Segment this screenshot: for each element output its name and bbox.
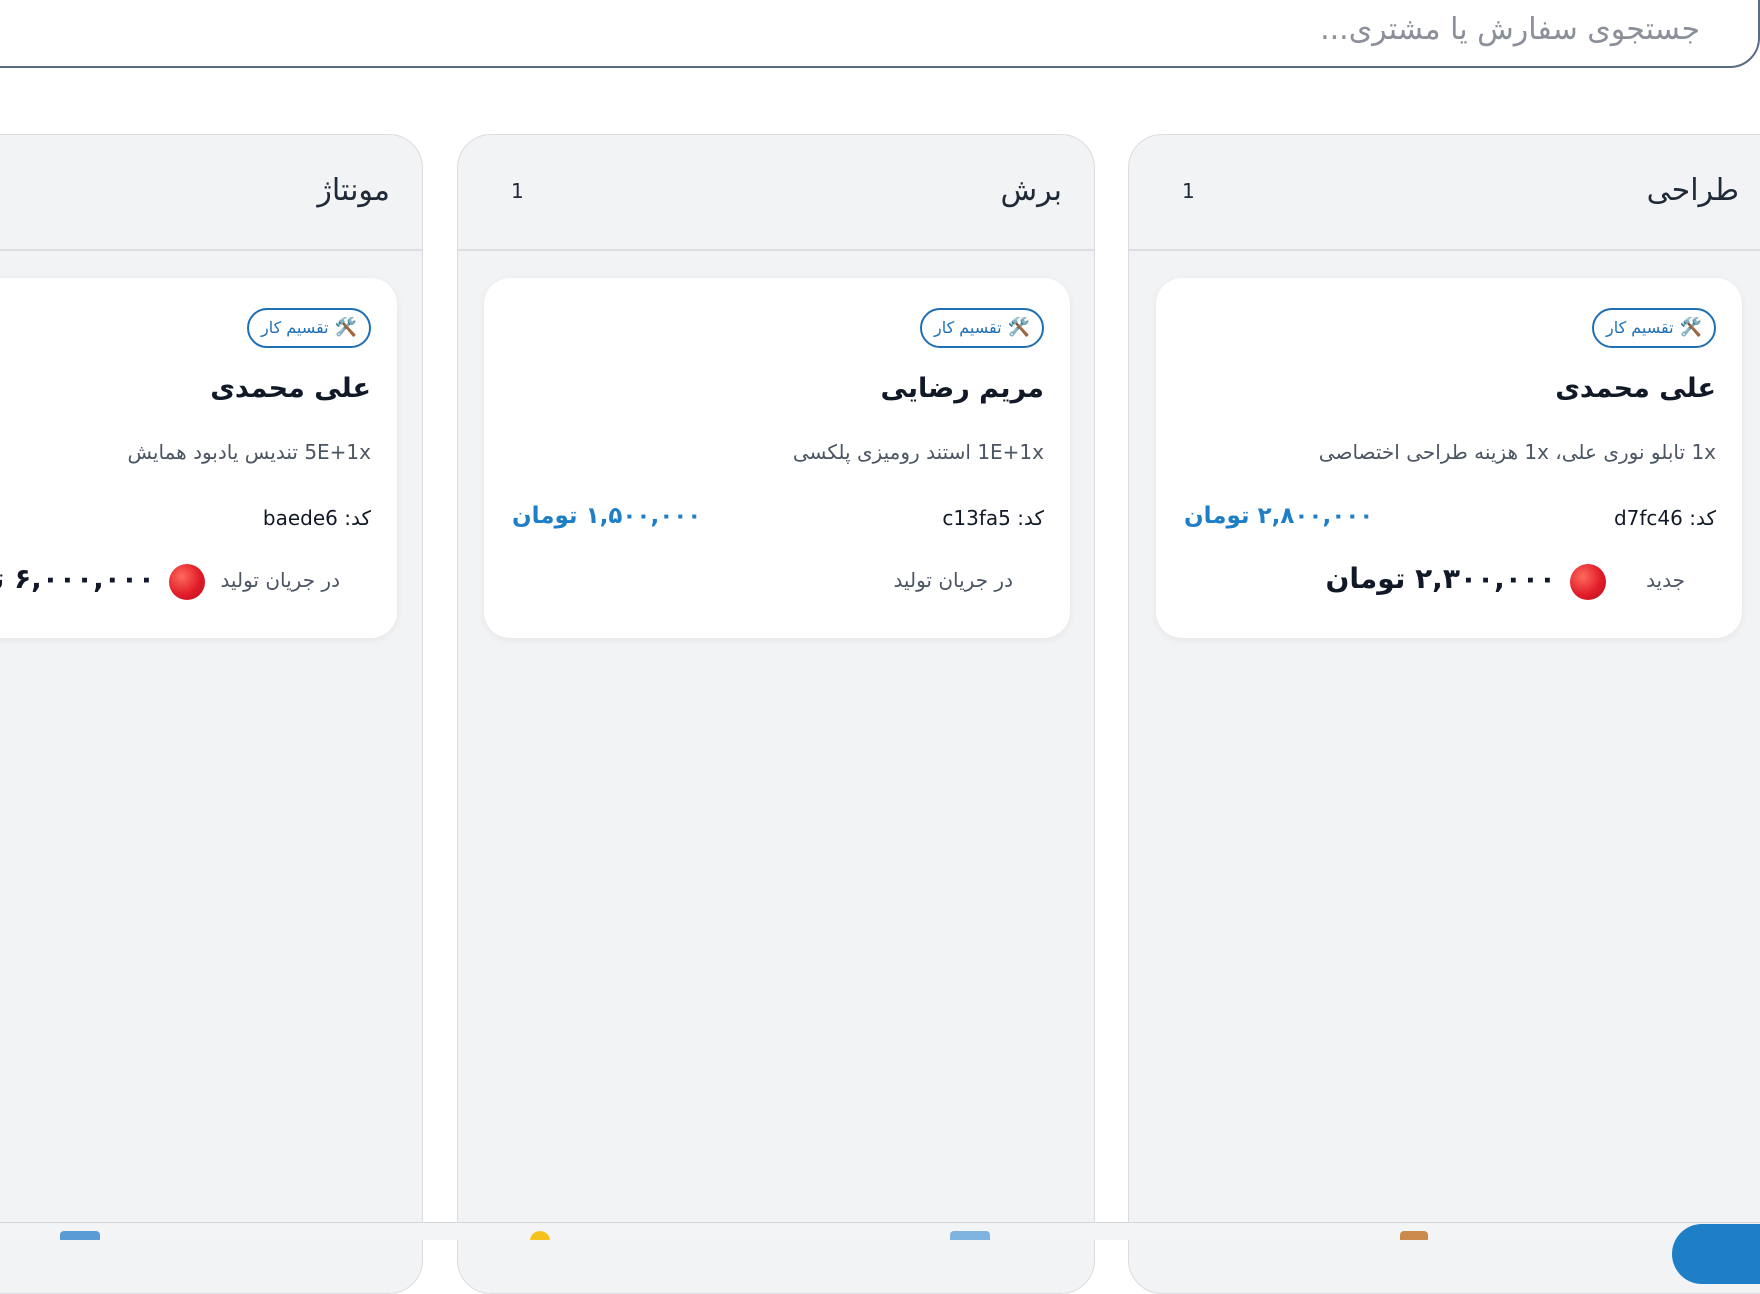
assign-task-button[interactable]: 🛠️ تقسیم کار xyxy=(246,308,371,348)
nav-bell-icon[interactable] xyxy=(530,1231,550,1240)
column-title: مونتاژ xyxy=(317,173,390,208)
order-card[interactable]: 🛠️ تقسیم کار مریم رضایی 1E+1x استند رومیز… xyxy=(484,278,1070,638)
order-price: ۱,۵۰۰,۰۰۰ تومان xyxy=(512,503,702,529)
tools-icon: 🛠️ xyxy=(1679,317,1702,338)
order-items: 1x تابلو نوری علی، 1x هزینه طراحی اختصاص… xyxy=(1318,440,1716,464)
tools-icon: 🛠️ xyxy=(334,317,357,338)
order-items: 5E+1x تندیس یادبود همایش xyxy=(127,440,371,464)
order-status: در جریان تولید xyxy=(220,568,340,592)
tools-icon: 🛠️ xyxy=(1007,317,1030,338)
badge-label: تقسیم کار xyxy=(260,318,329,337)
column-cutting: برش 1 🛠️ تقسیم کار مریم رضایی 1E+1x استند… xyxy=(457,134,1095,1294)
bottom-nav xyxy=(0,1222,1760,1240)
nav-box-icon[interactable] xyxy=(1400,1231,1428,1240)
badge-label: تقسیم کار xyxy=(1605,318,1674,337)
order-status: در جریان تولید xyxy=(893,568,1013,592)
badge-label: تقسیم کار xyxy=(933,318,1002,337)
column-title: طراحی xyxy=(1646,173,1739,208)
search-bar[interactable] xyxy=(0,0,1760,68)
order-card[interactable]: 🛠️ تقسیم کار علی محمدی 1x تابلو نوری علی،… xyxy=(1156,278,1742,638)
deposit-amount: ۲,۳۰۰,۰۰۰ تومان xyxy=(1325,562,1556,595)
column-header: برش 1 xyxy=(458,135,1094,251)
customer-name: مریم رضایی xyxy=(880,373,1044,404)
column-design: طراحی 1 🛠️ تقسیم کار علی محمدی 1x تابلو ن… xyxy=(1128,134,1760,1294)
customer-name: علی محمدی xyxy=(210,373,371,404)
nav-chart-icon[interactable] xyxy=(60,1231,100,1240)
order-code: کد: c13fa5 xyxy=(942,506,1044,530)
kanban-board: طراحی 1 🛠️ تقسیم کار علی محمدی 1x تابلو ن… xyxy=(0,0,1760,1294)
order-card[interactable]: 🛠️ تقسیم کار علی محمدی 5E+1x تندیس یادبود… xyxy=(0,278,397,638)
column-header: طراحی 1 xyxy=(1129,135,1760,251)
red-circle-icon xyxy=(169,564,205,600)
order-status: جدید xyxy=(1646,568,1685,592)
order-price: ۲,۸۰۰,۰۰۰ تومان xyxy=(1184,503,1374,529)
assign-task-button[interactable]: 🛠️ تقسیم کار xyxy=(919,308,1044,348)
add-order-button[interactable] xyxy=(1672,1224,1760,1284)
column-assembly: مونتاژ 🛠️ تقسیم کار علی محمدی 5E+1x تندیس… xyxy=(0,134,423,1294)
column-title: برش xyxy=(1000,173,1062,208)
deposit-amount: ۶,۰۰۰,۰۰۰ تومان xyxy=(0,562,155,595)
nav-tools-icon[interactable] xyxy=(950,1231,990,1240)
order-code: کد: d7fc46 xyxy=(1613,506,1716,530)
column-count: 1 xyxy=(1182,179,1195,203)
column-count: 1 xyxy=(511,179,524,203)
customer-name: علی محمدی xyxy=(1555,373,1716,404)
search-input[interactable] xyxy=(2,2,1718,68)
assign-task-button[interactable]: 🛠️ تقسیم کار xyxy=(1591,308,1716,348)
column-header: مونتاژ xyxy=(0,135,422,251)
order-items: 1E+1x استند رومیزی پلکسی xyxy=(792,440,1044,464)
red-circle-icon xyxy=(1570,564,1606,600)
order-code: کد: baede6 xyxy=(262,506,371,530)
